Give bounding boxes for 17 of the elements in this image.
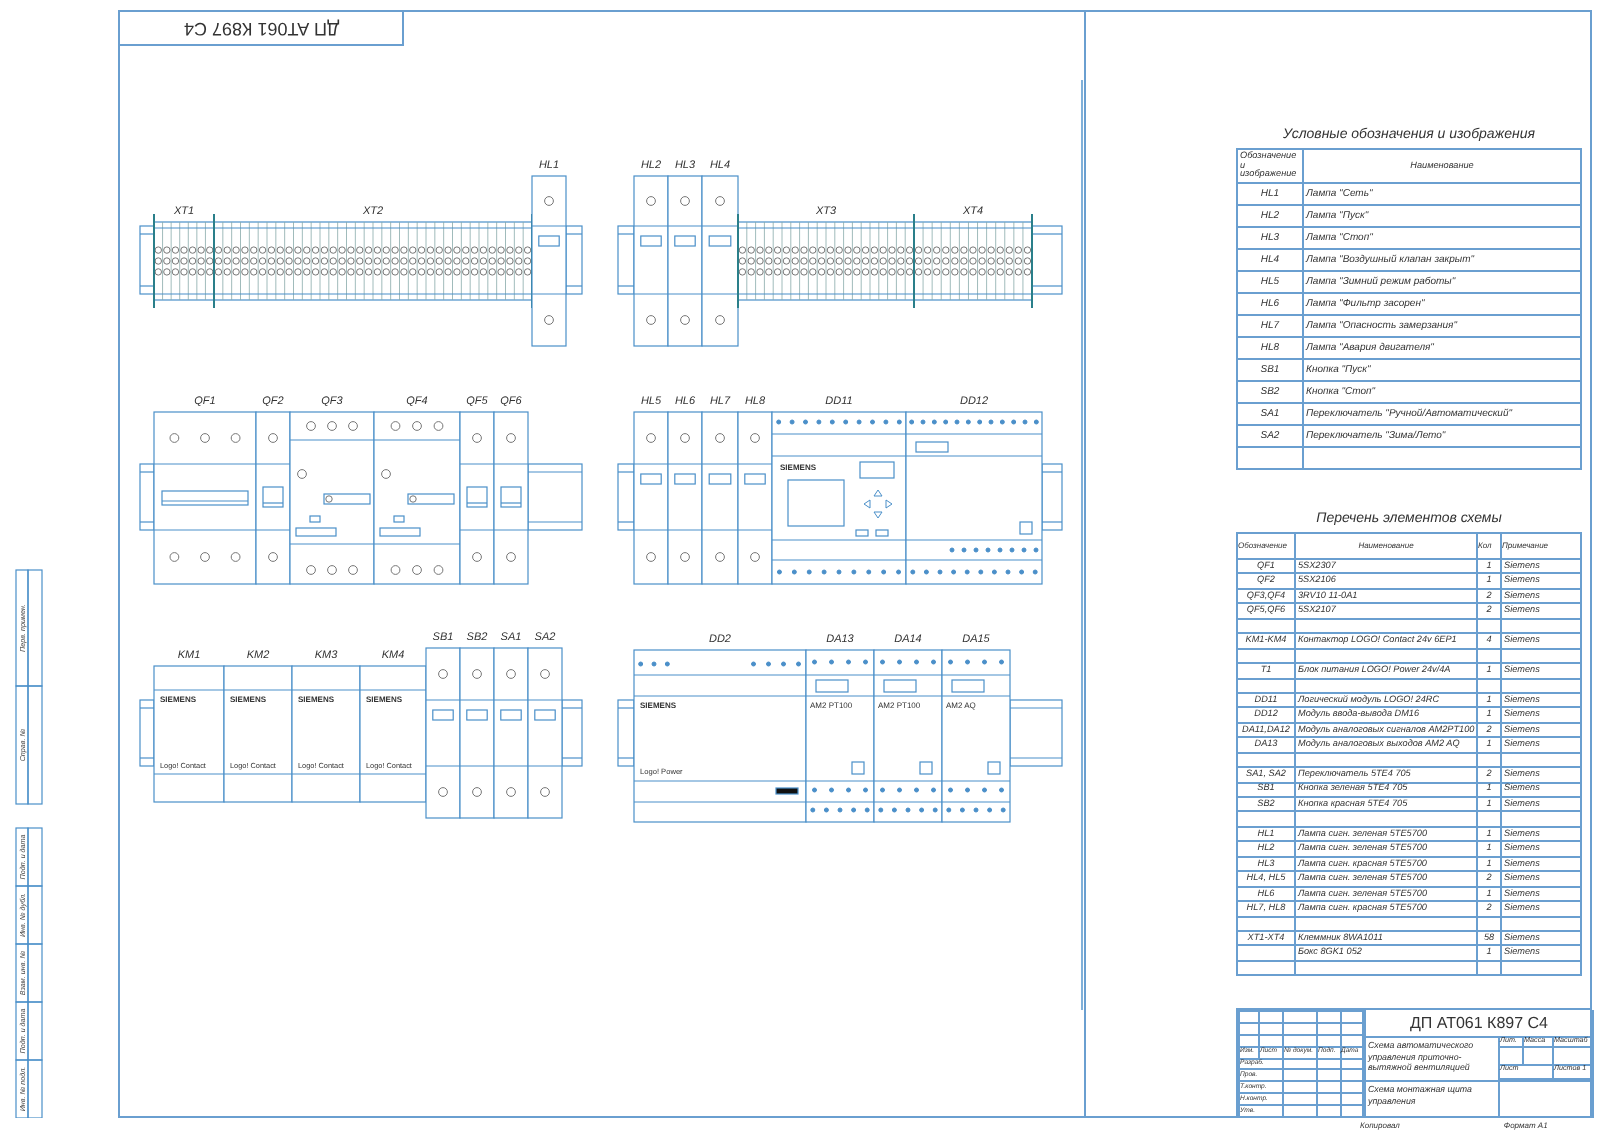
stamp-cell bbox=[15, 685, 43, 805]
din-rail-end bbox=[139, 225, 155, 295]
stamp-cell bbox=[15, 569, 43, 687]
document-code: ДП АТ061 К897 С4 bbox=[183, 17, 339, 42]
stamp-cell bbox=[15, 943, 43, 1003]
din-rail-end bbox=[527, 463, 583, 531]
stamp-cell bbox=[15, 885, 43, 945]
din-rail-end bbox=[1041, 463, 1063, 531]
document-code: ДП АТ061 К897 С4 bbox=[1409, 1011, 1548, 1035]
din-rail-end bbox=[1031, 225, 1063, 295]
din-rail-end bbox=[139, 463, 155, 531]
stamp-cell bbox=[15, 1059, 43, 1118]
stamp-cell bbox=[15, 1001, 43, 1061]
din-rail-end bbox=[617, 225, 635, 295]
din-rail-end bbox=[561, 699, 583, 767]
stamp-cell bbox=[15, 827, 43, 887]
din-rail-end bbox=[617, 463, 635, 531]
